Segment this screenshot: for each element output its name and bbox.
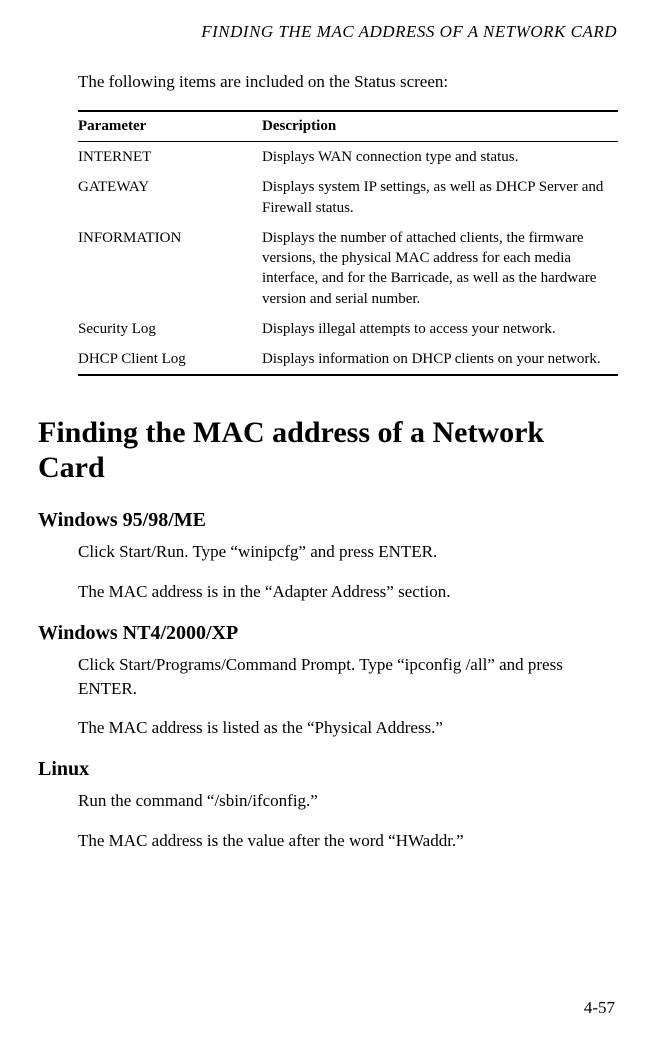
body-paragraph: Click Start/Programs/Command Prompt. Typ… xyxy=(78,653,617,701)
cell-desc: Displays information on DHCP clients on … xyxy=(262,344,618,375)
body-paragraph: The MAC address is in the “Adapter Addre… xyxy=(78,580,617,604)
table-row: GATEWAY Displays system IP settings, as … xyxy=(78,172,618,223)
col-header-parameter: Parameter xyxy=(78,111,262,142)
page-number: 4-57 xyxy=(584,998,615,1018)
cell-param: INTERNET xyxy=(78,142,262,173)
body-paragraph: The MAC address is the value after the w… xyxy=(78,829,617,853)
cell-desc: Displays WAN connection type and status. xyxy=(262,142,618,173)
table-row: DHCP Client Log Displays information on … xyxy=(78,344,618,375)
body-paragraph: Run the command “/sbin/ifconfig.” xyxy=(78,789,617,813)
table-row: Security Log Displays illegal attempts t… xyxy=(78,314,618,344)
body-paragraph: Click Start/Run. Type “winipcfg” and pre… xyxy=(78,540,617,564)
cell-param: Security Log xyxy=(78,314,262,344)
table-row: INFORMATION Displays the number of attac… xyxy=(78,223,618,314)
col-header-description: Description xyxy=(262,111,618,142)
cell-param: INFORMATION xyxy=(78,223,262,314)
cell-desc: Displays the number of attached clients,… xyxy=(262,223,618,314)
section-heading: Finding the MAC address of a Network Car… xyxy=(38,416,617,485)
cell-param: DHCP Client Log xyxy=(78,344,262,375)
body-paragraph: The MAC address is listed as the “Physic… xyxy=(78,716,617,740)
cell-desc: Displays illegal attempts to access your… xyxy=(262,314,618,344)
subsection-heading: Linux xyxy=(38,758,617,781)
cell-param: GATEWAY xyxy=(78,172,262,223)
intro-text: The following items are included on the … xyxy=(78,72,617,92)
parameter-table: Parameter Description INTERNET Displays … xyxy=(78,110,618,376)
subsection-heading: Windows 95/98/ME xyxy=(38,509,617,532)
cell-desc: Displays system IP settings, as well as … xyxy=(262,172,618,223)
subsection-heading: Windows NT4/2000/XP xyxy=(38,622,617,645)
running-header: FINDING THE MAC ADDRESS OF A NETWORK CAR… xyxy=(38,22,617,42)
table-row: INTERNET Displays WAN connection type an… xyxy=(78,142,618,173)
